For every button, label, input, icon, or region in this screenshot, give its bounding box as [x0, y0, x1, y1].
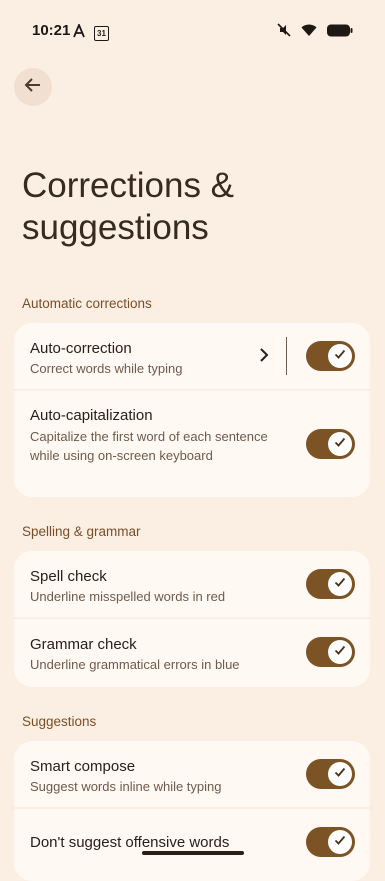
- grammar-check-title: Grammar check: [30, 636, 137, 653]
- offensive-words-toggle[interactable]: [306, 827, 355, 857]
- section-header-automatic-corrections: Automatic corrections: [22, 296, 152, 311]
- grammar-check-toggle[interactable]: [306, 637, 355, 667]
- toggle-knob: [328, 572, 352, 596]
- font-a-icon: [72, 22, 86, 43]
- vertical-divider: [286, 337, 287, 375]
- spell-check-toggle[interactable]: [306, 569, 355, 599]
- spell-check-title: Spell check: [30, 568, 107, 585]
- auto-capitalization-row[interactable]: Auto-capitalization Capitalize the first…: [14, 391, 370, 497]
- back-button[interactable]: [14, 68, 52, 106]
- status-right-icons: [277, 23, 353, 42]
- auto-correction-title: Auto-correction: [30, 340, 132, 357]
- check-icon: [334, 765, 346, 783]
- offensive-words-title: Don't suggest offensive words: [30, 834, 230, 851]
- auto-correction-toggle[interactable]: [306, 341, 355, 371]
- auto-correction-row[interactable]: Auto-correction Correct words while typi…: [14, 323, 370, 391]
- auto-capitalization-subtitle: Capitalize the first word of each senten…: [30, 429, 268, 463]
- silent-icon: [277, 23, 291, 42]
- auto-capitalization-title: Auto-capitalization: [30, 407, 153, 424]
- check-icon: [334, 643, 346, 661]
- page-title: Corrections & suggestions: [22, 165, 352, 249]
- smart-compose-title: Smart compose: [30, 758, 136, 775]
- grammar-check-subtitle: Underline grammatical errors in blue: [30, 657, 240, 672]
- check-icon: [334, 435, 346, 453]
- auto-correction-subtitle: Correct words while typing: [30, 361, 183, 376]
- toggle-knob: [328, 830, 352, 854]
- automatic-corrections-card: Auto-correction Correct words while typi…: [14, 323, 370, 497]
- spell-check-row[interactable]: Spell check Underline misspelled words i…: [14, 551, 370, 619]
- battery-icon: [327, 24, 353, 42]
- page-title-line1: Corrections &: [22, 166, 235, 205]
- spell-check-subtitle: Underline misspelled words in red: [30, 589, 226, 604]
- auto-capitalization-toggle[interactable]: [306, 429, 355, 459]
- section-header-spelling-grammar: Spelling & grammar: [22, 524, 141, 539]
- wifi-icon: [301, 24, 317, 42]
- calendar-31-icon: 31: [94, 26, 109, 41]
- offensive-words-row[interactable]: Don't suggest offensive words: [14, 809, 370, 881]
- gesture-navigation-bar[interactable]: [142, 851, 244, 855]
- check-icon: [334, 347, 346, 365]
- arrow-left-icon: [24, 76, 42, 99]
- smart-compose-toggle[interactable]: [306, 759, 355, 789]
- grammar-check-row[interactable]: Grammar check Underline grammatical erro…: [14, 619, 370, 687]
- check-icon: [334, 575, 346, 593]
- section-header-suggestions: Suggestions: [22, 714, 97, 729]
- status-bar: 10:21 31: [0, 0, 385, 60]
- status-time: 10:21: [32, 22, 71, 39]
- toggle-knob: [328, 432, 352, 456]
- status-left-icons: 31: [72, 22, 109, 43]
- spelling-grammar-card: Spell check Underline misspelled words i…: [14, 551, 370, 687]
- smart-compose-row[interactable]: Smart compose Suggest words inline while…: [14, 741, 370, 809]
- chevron-right-icon[interactable]: [259, 348, 269, 367]
- toggle-knob: [328, 344, 352, 368]
- toggle-knob: [328, 762, 352, 786]
- page-title-line2: suggestions: [22, 208, 209, 247]
- toggle-knob: [328, 640, 352, 664]
- calendar-day: 31: [97, 29, 106, 38]
- suggestions-card: Smart compose Suggest words inline while…: [14, 741, 370, 881]
- smart-compose-subtitle: Suggest words inline while typing: [30, 779, 222, 794]
- check-icon: [334, 833, 346, 851]
